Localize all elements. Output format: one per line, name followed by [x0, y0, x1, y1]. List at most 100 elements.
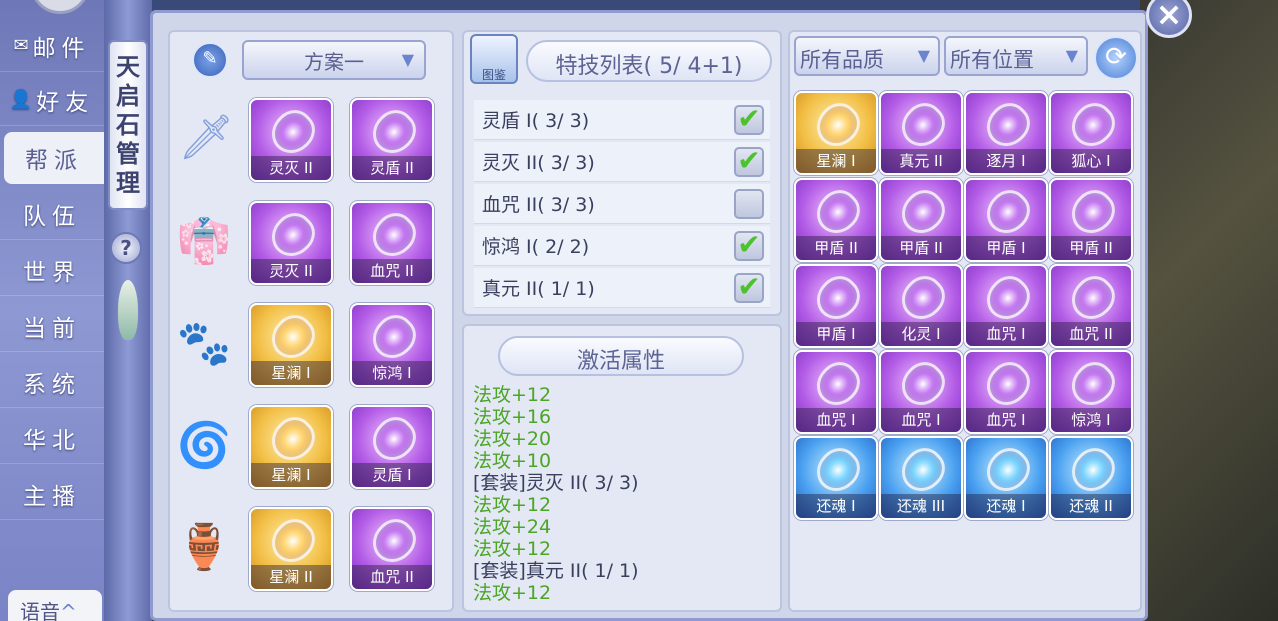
friend-icon: 👤 [9, 89, 33, 110]
attribute-line: 法攻+12 [473, 494, 552, 516]
gem-label: 星澜 II [251, 565, 331, 589]
codex-button[interactable]: 图鉴 [470, 34, 518, 84]
channel-tab-5[interactable]: 华北 [0, 412, 104, 464]
inventory-gem[interactable]: 惊鸿 I [1049, 350, 1133, 434]
channel-tab-0[interactable]: 帮派 [4, 132, 104, 184]
mail-label: 邮件 [32, 35, 91, 62]
inventory-gem[interactable]: 真元 II [879, 91, 963, 175]
gem-label: 星澜 I [251, 463, 331, 487]
channel-tab-4[interactable]: 系统 [0, 356, 104, 408]
inventory-gem[interactable]: 甲盾 II [879, 178, 963, 262]
chevron-up-icon: ^ [60, 600, 77, 621]
equipped-gem[interactable]: 灵灭 II [249, 201, 333, 285]
channel-tab-1[interactable]: 队伍 [0, 188, 104, 240]
skill-row[interactable]: 灵盾 I( 3/ 3) ✔ [474, 100, 770, 140]
inventory-gem[interactable]: 甲盾 II [1049, 178, 1133, 262]
chevron-down-icon: ▼ [917, 46, 930, 65]
skill-row[interactable]: 真元 II( 1/ 1) ✔ [474, 268, 770, 308]
equipped-gem[interactable]: 血咒 II [350, 507, 434, 591]
check-icon[interactable]: ✔ [734, 105, 764, 135]
equipped-gem[interactable]: 灵盾 I [350, 405, 434, 489]
checkbox-empty[interactable] [734, 189, 764, 219]
channel-tab-3[interactable]: 当前 [0, 300, 104, 352]
inventory-gem[interactable]: 逐月 I [964, 91, 1048, 175]
check-icon[interactable]: ✔ [734, 273, 764, 303]
check-icon[interactable]: ✔ [734, 147, 764, 177]
inventory-gem[interactable]: 还魂 III [879, 436, 963, 520]
attribute-set-line: [套装]灵灭 II( 3/ 3) [473, 472, 639, 494]
attribute-line: 法攻+16 [473, 406, 552, 428]
equipped-gem[interactable]: 灵盾 II [350, 98, 434, 182]
inventory-gem[interactable]: 星澜 I [794, 91, 878, 175]
inventory-gem[interactable]: 还魂 I [964, 436, 1048, 520]
inventory-gem[interactable]: 血咒 II [1049, 264, 1133, 348]
position-filter-label: 所有位置 [950, 48, 1034, 72]
friends-button[interactable]: 👤 好友 [0, 74, 104, 126]
skill-label: 血咒 II( 3/ 3) [482, 194, 595, 216]
attribute-line: 法攻+12 [473, 538, 552, 560]
gem-label: 血咒 I [881, 408, 961, 432]
title-char: 石 [116, 110, 140, 139]
title-char: 启 [116, 81, 140, 110]
inventory-gem[interactable]: 狐心 I [1049, 91, 1133, 175]
inventory-gem[interactable]: 血咒 I [794, 350, 878, 434]
gem-label: 血咒 II [352, 565, 432, 589]
plan-dropdown[interactable]: 方案一 ▼ [242, 40, 426, 80]
skill-row[interactable]: 血咒 II( 3/ 3) [474, 184, 770, 224]
inventory-gem[interactable]: 血咒 I [964, 350, 1048, 434]
equipped-gem[interactable]: 灵灭 II [249, 98, 333, 182]
skill-list-title: 特技列表( 5/ 4+1) [526, 40, 772, 82]
inventory-gem[interactable]: 甲盾 I [964, 178, 1048, 262]
gem-label: 甲盾 II [796, 236, 876, 260]
title-char: 天 [116, 52, 140, 81]
necklace-icon: 🏺 [176, 522, 232, 573]
skill-label: 惊鸿 I( 2/ 2) [482, 236, 590, 258]
inventory-gem[interactable]: 还魂 II [1049, 436, 1133, 520]
gem-label: 灵灭 II [251, 156, 331, 180]
refresh-icon[interactable]: ⟳ [1094, 36, 1138, 80]
equipped-gem[interactable]: 惊鸿 I [350, 303, 434, 387]
equipped-gem[interactable]: 星澜 I [249, 405, 333, 489]
attribute-line: 法攻+20 [473, 428, 552, 450]
inventory-gem[interactable]: 还魂 I [794, 436, 878, 520]
inventory-gem[interactable]: 甲盾 II [794, 178, 878, 262]
mail-button[interactable]: ✉ 邮件 [0, 20, 104, 72]
boots-icon: 🐾 [176, 318, 232, 369]
quality-filter-label: 所有品质 [800, 48, 884, 72]
equipped-gem[interactable]: 星澜 I [249, 303, 333, 387]
gem-label: 血咒 I [796, 408, 876, 432]
quality-filter[interactable]: 所有品质 ▼ [794, 36, 940, 76]
gem-label: 星澜 I [796, 149, 876, 173]
gem-label: 化灵 I [881, 322, 961, 346]
gem-label: 星澜 I [251, 361, 331, 385]
inventory-gem[interactable]: 甲盾 I [794, 264, 878, 348]
channel-tab-6[interactable]: 主播 [0, 468, 104, 520]
gem-label: 血咒 II [352, 259, 432, 283]
equipped-gem[interactable]: 血咒 II [350, 201, 434, 285]
codex-label: 图鉴 [481, 68, 506, 82]
title-char: 管 [116, 139, 140, 168]
channel-tab-2[interactable]: 世界 [0, 244, 104, 296]
top-avatar-frame[interactable] [30, 0, 90, 14]
check-icon[interactable]: ✔ [734, 231, 764, 261]
gem-label: 逐月 I [966, 149, 1046, 173]
position-filter[interactable]: 所有位置 ▼ [944, 36, 1088, 76]
skill-row[interactable]: 惊鸿 I( 2/ 2) ✔ [474, 226, 770, 266]
gem-label: 还魂 I [796, 494, 876, 518]
window-title: 天 启 石 管 理 [108, 40, 148, 210]
gem-label: 甲盾 I [796, 322, 876, 346]
skill-row[interactable]: 灵灭 II( 3/ 3) ✔ [474, 142, 770, 182]
voice-button[interactable]: 语音^ [8, 590, 102, 621]
gem-label: 甲盾 I [966, 236, 1046, 260]
inventory-gem[interactable]: 血咒 I [879, 350, 963, 434]
tassel-decoration [118, 280, 138, 340]
help-button[interactable]: ? [110, 232, 142, 264]
inventory-gem[interactable]: 化灵 I [879, 264, 963, 348]
gem-label: 真元 II [881, 149, 961, 173]
equipped-gem[interactable]: 星澜 II [249, 507, 333, 591]
gem-label: 还魂 I [966, 494, 1046, 518]
plan-selected: 方案一 [304, 49, 364, 74]
edit-icon[interactable]: ✎ [192, 42, 228, 78]
inventory-gem[interactable]: 血咒 I [964, 264, 1048, 348]
chevron-down-icon: ▼ [1065, 46, 1078, 65]
